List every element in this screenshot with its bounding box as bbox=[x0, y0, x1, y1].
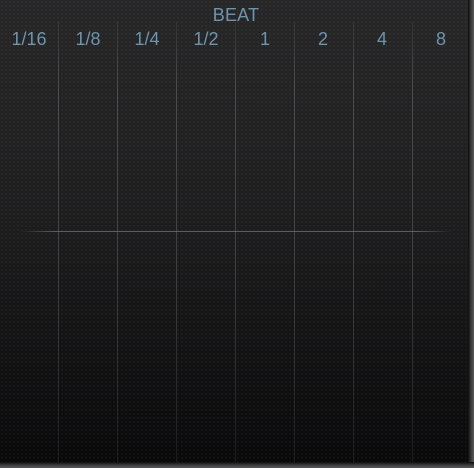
beat-label-4[interactable]: 4 bbox=[353, 29, 411, 50]
beat-label-1-4[interactable]: 1/4 bbox=[118, 29, 176, 50]
column-divider bbox=[235, 22, 236, 462]
beat-panel: BEAT 1/16 1/8 1/4 1/2 1 2 4 8 bbox=[0, 0, 468, 462]
panel-frame-bottom bbox=[0, 462, 474, 468]
center-reference-line bbox=[20, 231, 452, 232]
column-divider bbox=[58, 22, 59, 462]
beat-label-1-2[interactable]: 1/2 bbox=[177, 29, 235, 50]
beat-label-2[interactable]: 2 bbox=[294, 29, 352, 50]
column-divider bbox=[176, 22, 177, 462]
column-divider bbox=[353, 22, 354, 462]
beat-label-1-8[interactable]: 1/8 bbox=[59, 29, 117, 50]
column-divider bbox=[294, 22, 295, 462]
beat-label-1[interactable]: 1 bbox=[236, 29, 294, 50]
column-divider bbox=[412, 22, 413, 462]
panel-frame-right bbox=[468, 0, 474, 468]
beat-label-8[interactable]: 8 bbox=[412, 29, 468, 50]
beat-title: BEAT bbox=[212, 5, 260, 25]
column-divider bbox=[117, 22, 118, 462]
beat-label-1-16[interactable]: 1/16 bbox=[0, 29, 58, 50]
